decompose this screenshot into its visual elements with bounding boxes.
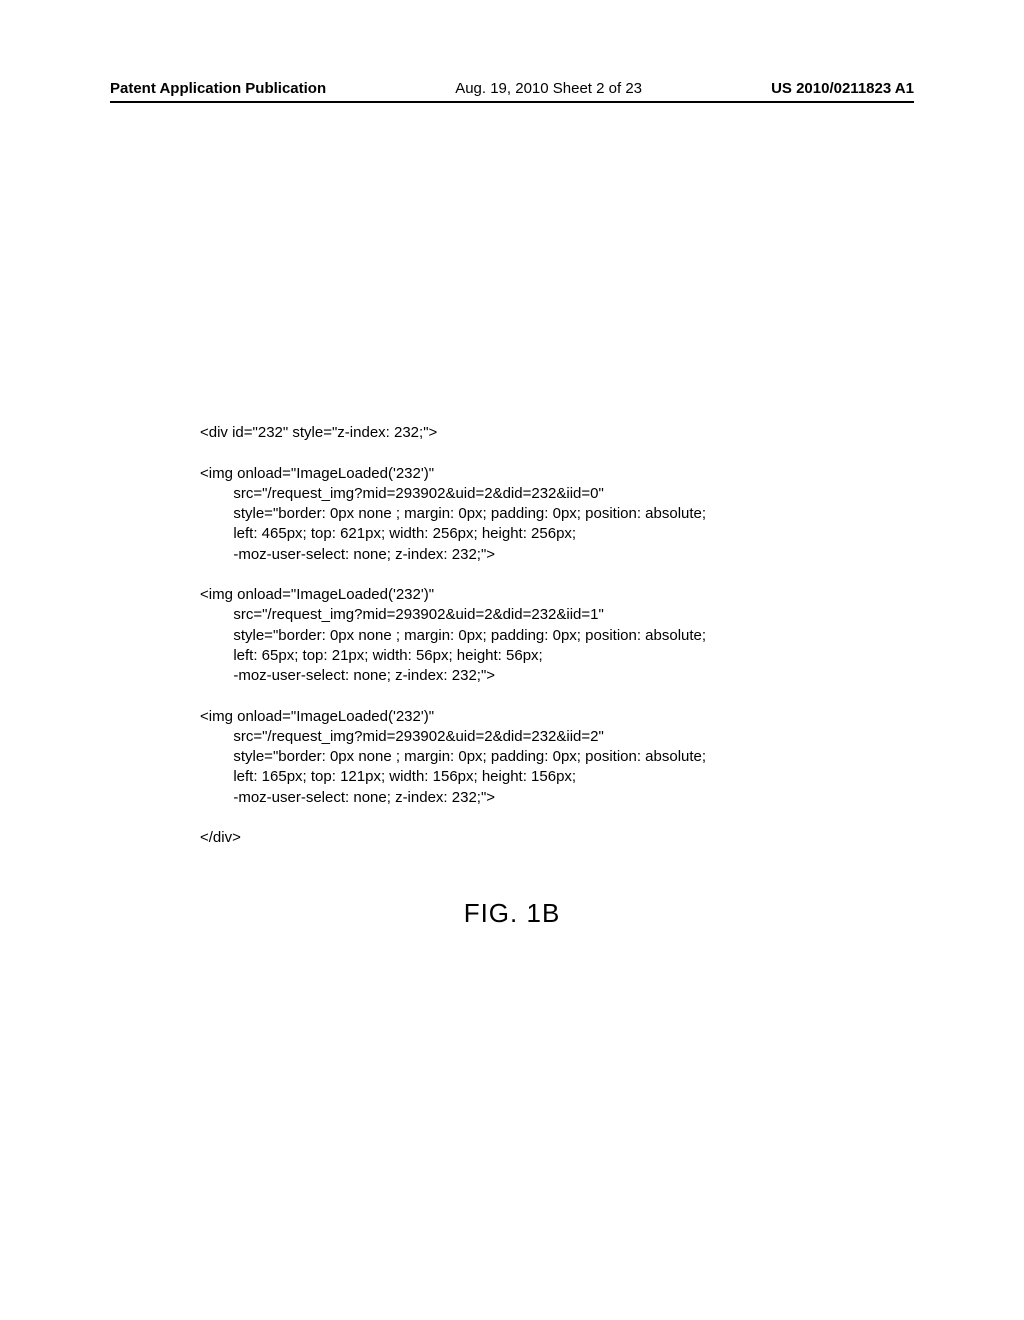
code-line: left: 165px; top: 121px; width: 156px; h… xyxy=(200,768,576,785)
code-line: -moz-user-select: none; z-index: 232;"> xyxy=(200,546,495,563)
code-line: <img onload="ImageLoaded('232')" xyxy=(200,465,434,482)
figure-label: FIG. 1B xyxy=(110,898,914,929)
code-line: -moz-user-select: none; z-index: 232;"> xyxy=(200,789,495,806)
page-header: Patent Application Publication Aug. 19, … xyxy=(110,80,914,103)
code-line: </div> xyxy=(200,829,241,846)
code-line: <div id="232" style="z-index: 232;"> xyxy=(200,424,437,441)
code-line: style="border: 0px none ; margin: 0px; p… xyxy=(200,748,706,765)
code-line: src="/request_img?mid=293902&uid=2&did=2… xyxy=(200,485,604,502)
sheet-info: Aug. 19, 2010 Sheet 2 of 23 xyxy=(455,80,642,97)
code-listing: <div id="232" style="z-index: 232;"> <im… xyxy=(200,423,914,848)
code-line: <img onload="ImageLoaded('232')" xyxy=(200,708,434,725)
publication-type: Patent Application Publication xyxy=(110,80,326,97)
code-line: style="border: 0px none ; margin: 0px; p… xyxy=(200,505,706,522)
patent-page: Patent Application Publication Aug. 19, … xyxy=(0,0,1024,1320)
publication-number: US 2010/0211823 A1 xyxy=(771,80,914,97)
code-line: src="/request_img?mid=293902&uid=2&did=2… xyxy=(200,728,604,745)
code-line: -moz-user-select: none; z-index: 232;"> xyxy=(200,667,495,684)
code-line: left: 65px; top: 21px; width: 56px; heig… xyxy=(200,647,543,664)
code-line: left: 465px; top: 621px; width: 256px; h… xyxy=(200,525,576,542)
code-line: style="border: 0px none ; margin: 0px; p… xyxy=(200,627,706,644)
code-line: src="/request_img?mid=293902&uid=2&did=2… xyxy=(200,606,604,623)
code-line: <img onload="ImageLoaded('232')" xyxy=(200,586,434,603)
